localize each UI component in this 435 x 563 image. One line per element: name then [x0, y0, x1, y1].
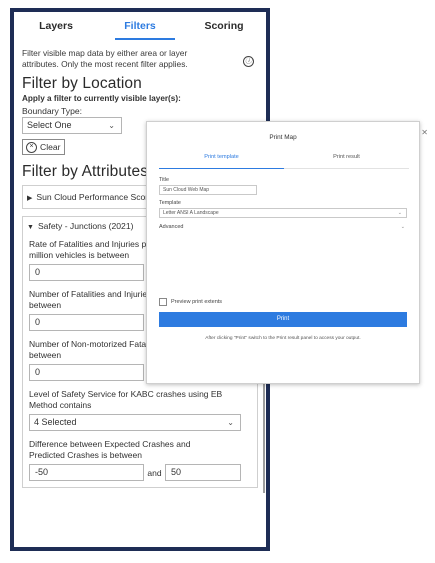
- safety-title: Safety - Junctions (2021): [37, 221, 134, 231]
- boundary-type-select[interactable]: Select One ⌄: [22, 117, 122, 134]
- title-label: Title: [159, 177, 169, 183]
- number-min-input[interactable]: 0: [29, 314, 144, 331]
- chevron-down-icon: ⌄: [227, 418, 234, 427]
- accordion-label: Sun Cloud Performance Scoring: [36, 192, 160, 202]
- caret-down-icon: ▼: [27, 224, 34, 231]
- template-value: Letter ANSI A Landscape: [163, 210, 219, 216]
- template-label: Template: [159, 200, 181, 206]
- chevron-down-icon: ⌄: [108, 121, 115, 130]
- location-subtitle: Apply a filter to currently visible laye…: [22, 94, 181, 103]
- active-tab-indicator: [115, 38, 175, 40]
- dialog-body: Title Sun Cloud Web Map Template Letter …: [147, 177, 419, 341]
- tab-scoring[interactable]: Scoring: [182, 12, 266, 42]
- close-circle-icon: ×: [26, 141, 37, 153]
- los-value: 4 Selected: [34, 417, 77, 427]
- title-input[interactable]: Sun Cloud Web Map: [159, 185, 257, 195]
- los-select[interactable]: 4 Selected ⌄: [29, 414, 241, 431]
- difference-min-input[interactable]: -50: [29, 464, 144, 481]
- chevron-down-icon: ⌄: [397, 210, 402, 216]
- and-label: and: [147, 467, 162, 478]
- print-note: After clicking "Print" switch to the Pri…: [205, 336, 361, 341]
- panel-tabs: Layers Filters Scoring: [14, 12, 266, 42]
- advanced-label: Advanced: [159, 224, 184, 230]
- close-icon[interactable]: ✕: [421, 128, 428, 137]
- rate-min-input[interactable]: 0: [29, 264, 144, 281]
- description-row: Filter visible map data by either area o…: [22, 48, 258, 70]
- difference-max-input[interactable]: 50: [165, 464, 241, 481]
- difference-range: -50 and 50: [29, 464, 251, 481]
- template-select[interactable]: Letter ANSI A Landscape ⌄: [159, 208, 407, 218]
- chevron-down-icon: ⌄: [400, 224, 405, 230]
- clear-label: Clear: [40, 142, 61, 152]
- preview-label: Preview print extents: [171, 299, 223, 305]
- preview-extents-row: Preview print extents: [159, 298, 407, 306]
- filter-description: Filter visible map data by either area o…: [22, 48, 188, 69]
- boundary-type-label: Boundary Type:: [22, 106, 83, 116]
- boundary-type-value: Select One: [27, 120, 72, 130]
- advanced-toggle[interactable]: Advanced ⌄: [159, 224, 407, 230]
- tab-print-template[interactable]: Print template: [159, 154, 284, 168]
- dialog-title: Print Map: [269, 134, 297, 141]
- preview-checkbox[interactable]: [159, 298, 167, 306]
- print-button[interactable]: Print: [159, 312, 407, 327]
- print-map-dialog: ✕ Print Map Print template Print result …: [146, 121, 428, 384]
- active-tab-indicator: [159, 168, 284, 169]
- dialog-tabs: Print template Print result: [159, 154, 409, 169]
- los-label: Level of Safety Service for KABC crashes…: [29, 389, 223, 410]
- clear-button[interactable]: × Clear: [22, 139, 65, 155]
- caret-right-icon: ▶: [27, 195, 33, 202]
- difference-label: Difference between Expected Crashes and …: [29, 439, 191, 460]
- info-icon[interactable]: ⓘ: [243, 56, 254, 67]
- nonmotorized-min-input[interactable]: 0: [29, 364, 144, 381]
- filter-by-location-heading: Filter by Location: [22, 75, 142, 92]
- tab-print-result[interactable]: Print result: [284, 154, 409, 168]
- tab-layers[interactable]: Layers: [14, 12, 98, 42]
